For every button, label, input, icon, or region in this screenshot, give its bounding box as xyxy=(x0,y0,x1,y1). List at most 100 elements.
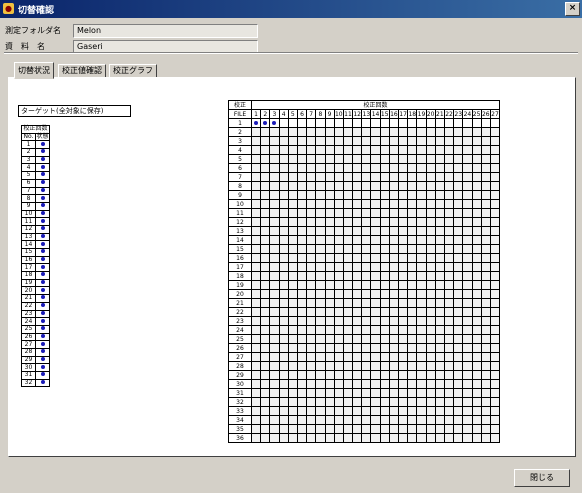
grid-cell xyxy=(416,307,427,317)
grid-cell xyxy=(471,136,482,146)
table-row: 5 xyxy=(21,171,50,180)
grid-row-label: 9 xyxy=(228,190,252,200)
grid-cell xyxy=(342,136,354,146)
grid-cell xyxy=(315,235,326,245)
grid-cell xyxy=(370,163,381,173)
grid-cell xyxy=(480,379,491,389)
grid-cell xyxy=(443,271,455,281)
grid-cell xyxy=(333,253,344,263)
grid-cell xyxy=(278,172,289,182)
grid-cell xyxy=(306,388,317,398)
grid-cell xyxy=(425,190,436,200)
grid-cell xyxy=(287,379,298,389)
grid-cell xyxy=(480,361,491,371)
grid-cell xyxy=(287,172,298,182)
close-button[interactable]: 閉じる xyxy=(514,469,570,487)
grid-header-title: 校正回数 xyxy=(250,100,501,110)
grid-cell xyxy=(434,190,445,200)
grid-col-header: 10 xyxy=(333,109,344,119)
grid-cell xyxy=(434,334,445,344)
grid-cell xyxy=(296,361,308,371)
grid-cell xyxy=(434,352,445,362)
calibration-file-grid: 校正 校正回数 FILE 1 2 3 4 5 6 7 8 9 10 11 12 13 14 15 16 17 18… xyxy=(228,100,501,443)
grid-cell xyxy=(342,172,354,182)
grid-cell xyxy=(306,190,317,200)
grid-cell xyxy=(434,280,445,290)
close-icon[interactable]: × xyxy=(565,2,580,16)
grid-cell xyxy=(397,127,409,137)
grid-cell xyxy=(443,280,455,290)
grid-cell xyxy=(388,235,400,245)
grid-cell xyxy=(269,262,280,272)
grid-cell xyxy=(407,136,418,146)
target-button[interactable]: ターゲット(全対象に保存) xyxy=(18,105,131,117)
row-status xyxy=(35,263,50,273)
grid-cell xyxy=(462,190,473,200)
grid-cell xyxy=(370,379,381,389)
grid-cell xyxy=(471,199,482,209)
tab-calibration-graph[interactable]: 校正グラフ xyxy=(109,64,157,78)
grid-cell xyxy=(324,379,335,389)
grid-cell xyxy=(315,334,326,344)
grid-cell xyxy=(416,208,427,218)
status-dot-icon xyxy=(40,333,45,338)
tab-calibration-values[interactable]: 校正値確認 xyxy=(58,64,106,78)
grid-cell xyxy=(260,415,271,425)
table-row: 29 xyxy=(21,355,50,365)
grid-cell xyxy=(489,280,501,290)
grid-cell xyxy=(407,424,418,434)
grid-col-header: 7 xyxy=(306,109,317,119)
grid-cell xyxy=(315,379,326,389)
grid-cell xyxy=(370,118,381,128)
grid-cell xyxy=(425,316,436,326)
grid-cell xyxy=(407,217,418,227)
grid-cell xyxy=(489,433,501,443)
grid-cell xyxy=(278,199,289,209)
grid-row: 24 xyxy=(228,325,501,335)
grid-cell xyxy=(462,181,473,191)
grid-col-header: 13 xyxy=(361,109,372,119)
grid-cell xyxy=(315,280,326,290)
grid-cell xyxy=(388,424,400,434)
table-row: 27 xyxy=(21,340,50,349)
grid-cell xyxy=(260,163,271,173)
grid-cell xyxy=(333,163,344,173)
grid-cell xyxy=(443,208,455,218)
grid-cell xyxy=(434,217,445,227)
grid-cell xyxy=(434,307,445,317)
grid-cell xyxy=(342,307,354,317)
grid-cell xyxy=(306,145,317,155)
status-dot-icon xyxy=(40,341,45,346)
grid-cell xyxy=(370,181,381,191)
grid-cell xyxy=(407,370,418,380)
grid-row-label: 14 xyxy=(228,235,252,245)
grid-cell xyxy=(453,361,464,371)
grid-cell xyxy=(489,154,501,164)
grid-cell xyxy=(379,172,390,182)
grid-cell xyxy=(296,271,308,281)
grid-cell xyxy=(342,208,354,218)
row-status xyxy=(35,163,50,173)
grid-cell xyxy=(278,235,289,245)
grid-cell xyxy=(306,415,317,425)
grid-cell xyxy=(407,343,418,353)
status-dot-icon xyxy=(40,310,45,315)
status-dot-icon xyxy=(254,120,259,125)
grid-cell xyxy=(333,145,344,155)
grid-cell xyxy=(250,415,262,425)
grid-cell xyxy=(296,262,308,272)
grid-cell xyxy=(324,433,335,443)
grid-cell xyxy=(489,370,501,380)
status-dot-icon xyxy=(40,287,45,292)
grid-cell xyxy=(250,127,262,137)
grid-cell xyxy=(342,262,354,272)
grid-cell xyxy=(471,406,482,416)
grid-cell xyxy=(278,217,289,227)
grid-cell xyxy=(306,172,317,182)
grid-row: 32 xyxy=(228,397,501,407)
grid-row: 15 xyxy=(228,244,501,254)
tab-status[interactable]: 切替状況 xyxy=(14,62,54,79)
grid-cell xyxy=(324,316,335,326)
grid-cell xyxy=(407,280,418,290)
grid-cell xyxy=(352,208,363,218)
